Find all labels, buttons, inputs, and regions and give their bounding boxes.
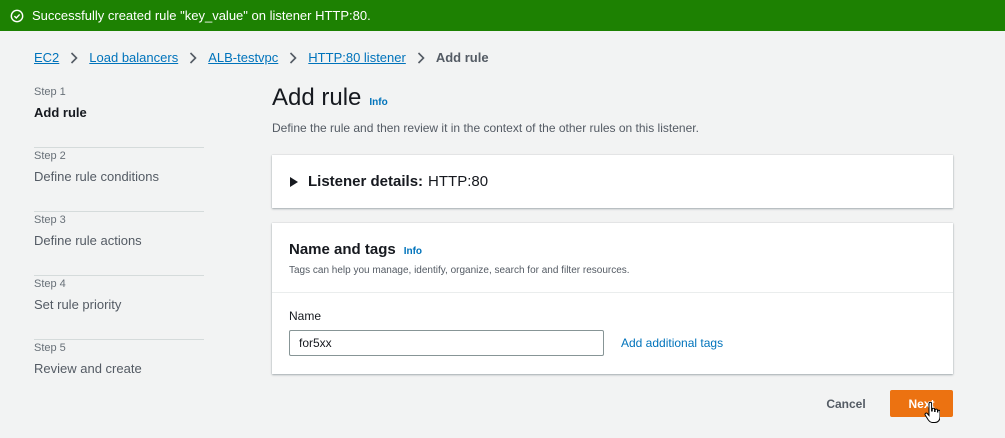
step-number: Step 4 — [34, 278, 66, 290]
page-info-link[interactable]: Info — [369, 97, 387, 108]
success-flash-bar: Successfully created rule "key_value" on… — [0, 0, 1005, 31]
add-additional-tags-link[interactable]: Add additional tags — [621, 336, 723, 350]
caret-right-icon — [290, 176, 298, 187]
panel-subtitle: Tags can help you manage, identify, orga… — [289, 265, 630, 276]
panel-header: Name and tags Info Tags can help you man… — [272, 223, 953, 293]
step-number: Step 1 — [34, 86, 66, 98]
step-number: Step 5 — [34, 342, 66, 354]
step-label: Define rule conditions — [34, 169, 160, 184]
next-button[interactable]: Next — [890, 390, 953, 417]
step-number: Step 3 — [34, 214, 66, 226]
panel-body: Name Add additional tags — [272, 293, 953, 372]
page-description: Define the rule and then review it in th… — [272, 121, 699, 135]
breadcrumb-load-balancers[interactable]: Load balancers — [89, 50, 178, 65]
flash-message: Successfully created rule "key_value" on… — [32, 8, 371, 23]
step-3: Step 3 Define rule actions — [34, 212, 204, 276]
page-header: Add rule Info — [272, 84, 388, 112]
step-label: Add rule — [34, 105, 87, 120]
listener-details-label: Listener details: — [308, 173, 424, 190]
wizard-steps: Step 1 Add rule Step 2 Define rule condi… — [34, 84, 204, 404]
step-label: Review and create — [34, 361, 142, 376]
step-1: Step 1 Add rule — [34, 84, 204, 148]
listener-details-expander[interactable]: Listener details: HTTP:80 — [272, 155, 953, 208]
panel-title: Name and tags — [289, 241, 396, 258]
step-label: Set rule priority — [34, 297, 122, 312]
tags-info-link[interactable]: Info — [404, 246, 422, 257]
cancel-button[interactable]: Cancel — [816, 392, 876, 416]
listener-details-value: HTTP:80 — [428, 173, 489, 190]
name-and-tags-panel: Name and tags Info Tags can help you man… — [272, 223, 953, 374]
page-title: Add rule — [272, 84, 362, 111]
check-circle-icon — [10, 9, 24, 22]
chevron-right-icon — [417, 51, 425, 64]
breadcrumb-ec2[interactable]: EC2 — [34, 50, 59, 65]
chevron-right-icon — [71, 51, 78, 64]
chevron-right-icon — [290, 51, 297, 64]
breadcrumb-alb-testvpc[interactable]: ALB-testvpc — [208, 50, 278, 65]
step-2: Step 2 Define rule conditions — [34, 148, 204, 212]
step-5: Step 5 Review and create — [34, 340, 204, 404]
breadcrumb-current: Add rule — [435, 50, 489, 65]
step-number: Step 2 — [34, 150, 66, 162]
name-input[interactable] — [289, 330, 604, 356]
breadcrumb-http80-listener[interactable]: HTTP:80 listener — [308, 50, 406, 65]
hand-cursor-icon — [924, 402, 940, 423]
breadcrumb: EC2 Load balancers ALB-testvpc HTTP:80 l… — [34, 50, 489, 65]
name-field-label: Name — [289, 309, 322, 323]
chevron-right-icon — [190, 51, 197, 64]
step-label: Define rule actions — [34, 233, 142, 248]
step-4: Step 4 Set rule priority — [34, 276, 204, 340]
